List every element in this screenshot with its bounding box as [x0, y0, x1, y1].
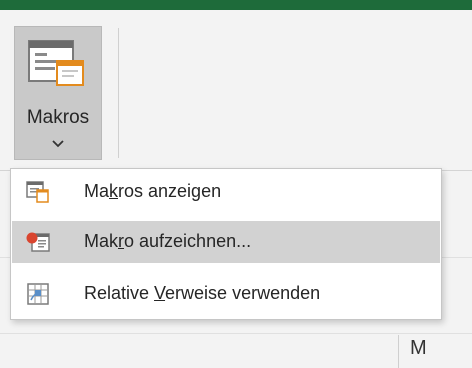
- menu-item-relative-references[interactable]: Relative Verweise verwenden: [12, 273, 440, 315]
- view-macros-icon: [26, 181, 49, 203]
- macros-dropdown-menu: Makros anzeigen Makro aufzeichnen... Rel…: [10, 168, 442, 320]
- column-header-divider: [398, 335, 399, 368]
- relative-references-icon: [27, 283, 49, 305]
- chevron-down-icon[interactable]: [51, 139, 65, 149]
- grid-line: [0, 333, 472, 334]
- record-macro-icon: [26, 232, 50, 252]
- ribbon-group-separator: [118, 28, 119, 158]
- macros-button-label: Makros: [26, 107, 90, 128]
- menu-item-view-macros[interactable]: Makros anzeigen: [12, 171, 440, 213]
- menu-item-record-macro[interactable]: Makro aufzeichnen...: [12, 221, 440, 263]
- macros-icon: [28, 40, 84, 86]
- title-bar-strip: [0, 0, 472, 10]
- menu-item-label: Makro aufzeichnen...: [84, 231, 252, 251]
- column-header-m[interactable]: M: [410, 337, 450, 365]
- macros-button[interactable]: Makros: [14, 26, 102, 160]
- menu-item-label: Relative Verweise verwenden: [84, 283, 321, 303]
- menu-item-label: Makros anzeigen: [84, 181, 222, 201]
